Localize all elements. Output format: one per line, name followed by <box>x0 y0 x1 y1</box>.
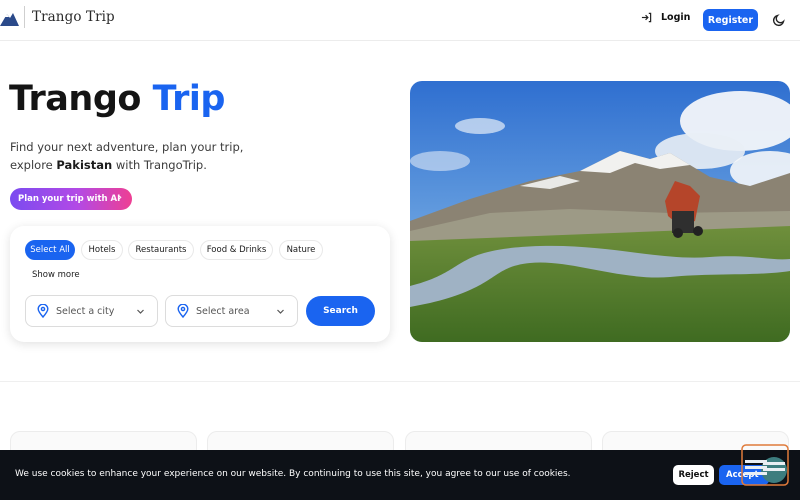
hero-title: Trango Trip <box>9 79 225 119</box>
moon-icon[interactable] <box>772 13 786 27</box>
chevron-down-icon <box>137 309 144 314</box>
register-button[interactable]: Register <box>703 9 758 31</box>
login-arrow-icon <box>641 12 652 23</box>
area-select[interactable]: Select area <box>165 295 298 327</box>
section-divider <box>0 381 800 382</box>
hero-subtitle-suffix: with TrangoTrip. <box>112 158 207 172</box>
top-navbar: Trango Trip Login Register <box>0 0 800 41</box>
ai-button-label: Plan your trip with AI <box>18 194 121 204</box>
search-button[interactable]: Search <box>306 296 375 326</box>
location-pin-icon <box>177 304 189 318</box>
chat-widget-icon[interactable] <box>741 444 791 488</box>
logo[interactable]: Trango Trip <box>0 6 115 28</box>
hero-title-part2: Trip <box>152 79 226 119</box>
category-chip-nature[interactable]: Nature <box>279 240 323 260</box>
logo-text: Trango Trip <box>32 9 115 25</box>
hero-subtitle-line1: Find your next adventure, plan your trip… <box>10 140 244 154</box>
hero-subtitle-country: Pakistan <box>56 158 113 172</box>
mountain-logo-icon <box>0 13 19 26</box>
location-pin-icon <box>37 304 49 318</box>
cookie-message: We use cookies to enhance your experienc… <box>15 469 571 479</box>
area-select-placeholder: Select area <box>196 305 250 317</box>
category-chip-hotels[interactable]: Hotels <box>81 240 123 260</box>
search-card: Select All Hotels Restaurants Food & Dri… <box>10 226 390 342</box>
hero-subtitle: Find your next adventure, plan your trip… <box>10 138 270 174</box>
category-chip-restaurants[interactable]: Restaurants <box>128 240 194 260</box>
chevron-right-icon: › <box>118 193 122 203</box>
chevron-down-icon <box>277 309 284 314</box>
show-more-link[interactable]: Show more <box>32 270 80 280</box>
login-link[interactable]: Login <box>641 12 690 23</box>
reject-cookies-button[interactable]: Reject <box>673 465 714 485</box>
city-select-placeholder: Select a city <box>56 305 115 317</box>
hero-subtitle-prefix: explore <box>10 158 57 172</box>
category-chip-food-drinks[interactable]: Food & Drinks <box>200 240 273 260</box>
hero-landscape-image <box>410 81 790 342</box>
login-label: Login <box>661 12 691 23</box>
category-chip-select-all[interactable]: Select All <box>25 240 75 260</box>
city-select[interactable]: Select a city <box>25 295 158 327</box>
logo-separator <box>24 6 25 28</box>
plan-trip-ai-button[interactable]: Plan your trip with AI › <box>10 188 132 210</box>
hero-title-part1: Trango <box>9 79 141 119</box>
